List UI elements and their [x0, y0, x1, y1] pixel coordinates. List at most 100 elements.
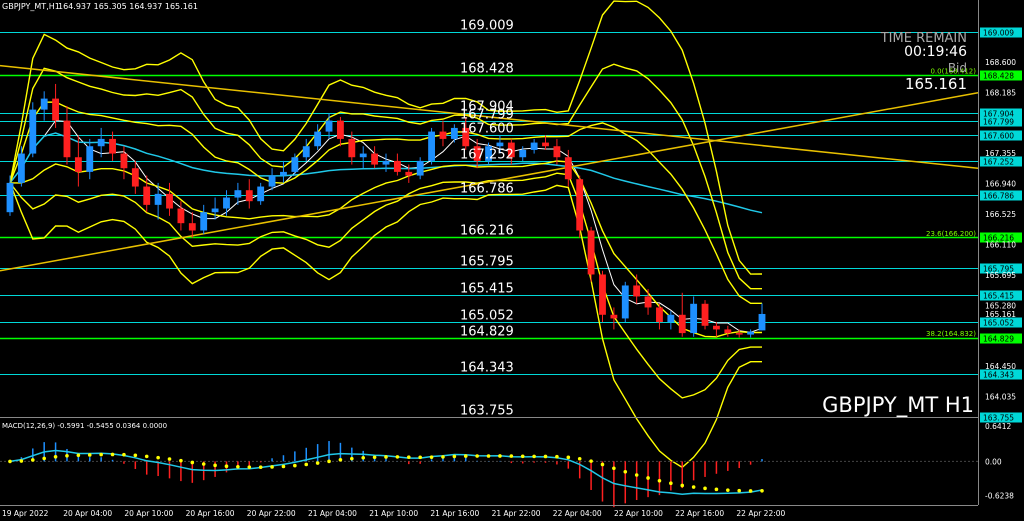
- level-label: 166.216: [460, 224, 514, 239]
- price-axis-tick: 166.940: [985, 180, 1016, 189]
- macd-signal-dot: [726, 488, 730, 492]
- candle-body: [52, 98, 59, 121]
- candle-body: [74, 157, 82, 172]
- candle-body: [530, 142, 538, 150]
- candle-body: [633, 285, 641, 297]
- macd-signal-dot: [669, 481, 673, 486]
- price-tag-label: 167.600: [983, 132, 1014, 141]
- price-axis-tick: 166.110: [985, 240, 1016, 249]
- candle-body: [120, 153, 128, 169]
- candle-body: [211, 208, 219, 213]
- price-tag-label: 164.343: [983, 371, 1014, 380]
- candle-body: [280, 171, 287, 176]
- price-axis-tick: 168.185: [985, 88, 1016, 97]
- candle-body: [86, 146, 94, 172]
- candle-body: [758, 313, 766, 331]
- candle-body: [713, 325, 720, 330]
- candle-body: [496, 142, 504, 147]
- macd-signal-dot: [247, 465, 252, 469]
- candle-body: [166, 193, 173, 209]
- time-axis-tick: 21 Apr 10:00: [369, 509, 418, 518]
- macd-signal-dot: [258, 465, 263, 470]
- macd-signal-dot: [65, 453, 69, 458]
- time-axis-tick: 20 Apr 16:00: [186, 509, 235, 518]
- price-tag-label: 167.799: [983, 118, 1014, 127]
- candle-body: [337, 120, 344, 139]
- candle-body: [200, 212, 208, 231]
- macd-signal-dot: [555, 454, 559, 459]
- candle-body: [223, 197, 230, 209]
- candle-body: [599, 274, 606, 315]
- price-tag-label: 164.829: [983, 335, 1014, 344]
- macd-signal-dot: [42, 456, 46, 461]
- macd-signal-dot: [19, 459, 24, 463]
- macd-signal-dot: [236, 464, 240, 469]
- macd-signal-dot: [167, 457, 172, 461]
- macd-signal-dot: [338, 457, 343, 462]
- time-remain-value: 00:19:46: [904, 44, 967, 60]
- price-axis-tick: 165.280: [985, 301, 1016, 310]
- macd-signal-dot: [350, 456, 354, 461]
- price-tag-label: 166.786: [983, 192, 1014, 201]
- candle-body: [154, 193, 162, 205]
- macd-signal-dot: [532, 454, 536, 459]
- candle-body: [234, 190, 242, 198]
- macd-signal-dot: [224, 464, 229, 469]
- macd-signal-dot: [201, 462, 206, 466]
- candle-body: [576, 179, 584, 231]
- macd-signal-dot: [509, 454, 514, 458]
- candle-body: [724, 329, 732, 334]
- macd-signal-dot: [646, 476, 650, 480]
- macd-signal-dot: [543, 454, 548, 459]
- macd-signal-dot: [463, 454, 468, 458]
- macd-signal-dot: [486, 454, 491, 458]
- candle-body: [40, 98, 48, 110]
- macd-signal-dot: [714, 487, 719, 492]
- macd-signal-dot: [703, 486, 707, 491]
- candle-body: [382, 160, 390, 165]
- candle-body: [325, 120, 333, 132]
- candle-body: [428, 131, 435, 161]
- level-label: 167.600: [460, 122, 514, 137]
- ohlc-readout: 164.937 165.305 164.937 165.161: [58, 2, 198, 11]
- macd-signal-dot: [748, 489, 753, 493]
- macd-signal-dot: [760, 488, 764, 493]
- candle-body: [735, 333, 743, 335]
- macd-signal-dot: [589, 459, 593, 463]
- macd-signal-dot: [418, 455, 422, 460]
- macd-signal-dot: [384, 455, 388, 459]
- macd-signal-dot: [395, 455, 400, 459]
- candle-body: [177, 208, 185, 224]
- candle-body: [29, 109, 37, 154]
- macd-axis-tick: 0.6412: [985, 422, 1011, 431]
- time-axis-tick: 21 Apr 22:00: [492, 509, 541, 518]
- level-label: 164.343: [460, 361, 514, 376]
- macd-axis-tick: 0.00: [985, 457, 1002, 466]
- price-axis-tick: 164.035: [985, 392, 1016, 401]
- level-label: 165.795: [460, 255, 514, 270]
- candle-body: [268, 175, 276, 187]
- candle-body: [450, 127, 458, 139]
- macd-signal-dot: [281, 464, 286, 469]
- macd-signal-dot: [213, 463, 217, 468]
- candle-body: [610, 314, 618, 319]
- macd-signal-dot: [110, 452, 115, 457]
- candle-body: [667, 314, 675, 323]
- price-tag-label: 169.009: [983, 29, 1014, 38]
- candle-body: [302, 146, 310, 158]
- candle-body: [393, 160, 401, 172]
- macd-signal-dot: [315, 461, 320, 465]
- macd-signal-dot: [475, 454, 479, 458]
- macd-signal-dot: [87, 453, 92, 457]
- candle-body: [564, 157, 572, 180]
- candle-body: [63, 120, 71, 158]
- macd-signal-dot: [270, 465, 274, 469]
- macd-signal-dot: [372, 455, 377, 460]
- time-axis-tick: 21 Apr 16:00: [430, 509, 479, 518]
- candle-body: [143, 186, 151, 205]
- time-axis-tick: 22 Apr 16:00: [675, 509, 724, 518]
- level-label: 167.252: [460, 148, 514, 163]
- symbol-watermark: GBPJPY_MT H1: [822, 393, 974, 418]
- macd-signal-dot: [8, 459, 12, 464]
- macd-signal-dot: [99, 452, 103, 457]
